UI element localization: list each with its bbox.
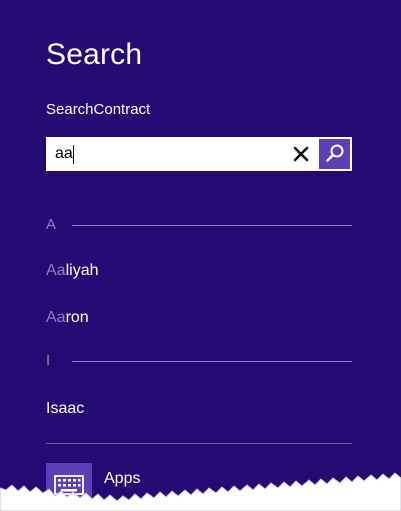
suggestion-aaron[interactable]: Aaron [46, 309, 89, 327]
search-box [46, 137, 352, 171]
app-name: SearchContract [46, 101, 151, 118]
suggestion-match: Aa [46, 309, 66, 326]
group-header-a: A [46, 216, 352, 236]
suggestion-isaac[interactable]: Isaac [46, 400, 84, 418]
pane-title: Search [46, 38, 143, 71]
group-letter: I [46, 352, 51, 369]
magnifier-icon [326, 144, 344, 162]
search-submit-button[interactable] [319, 139, 350, 169]
suggestion-rest: Isaac [46, 400, 85, 417]
suggestion-aaliyah[interactable]: Aaliyah [46, 262, 98, 280]
suggestion-rest: ron [65, 309, 89, 326]
group-header-i: I [46, 352, 352, 372]
text-caret [73, 145, 74, 164]
suggestion-match: Aa [46, 262, 66, 279]
search-pane: Search SearchContract A Aaliyah Aaron I [0, 0, 401, 511]
clear-search-button[interactable] [288, 141, 314, 167]
search-input[interactable] [47, 138, 291, 170]
suggestion-rest: liyah [65, 262, 99, 279]
section-divider [46, 443, 352, 444]
group-divider [72, 225, 352, 226]
torn-edge [0, 472, 401, 511]
group-divider [72, 361, 352, 362]
close-icon [293, 146, 309, 162]
group-letter: A [46, 216, 57, 233]
